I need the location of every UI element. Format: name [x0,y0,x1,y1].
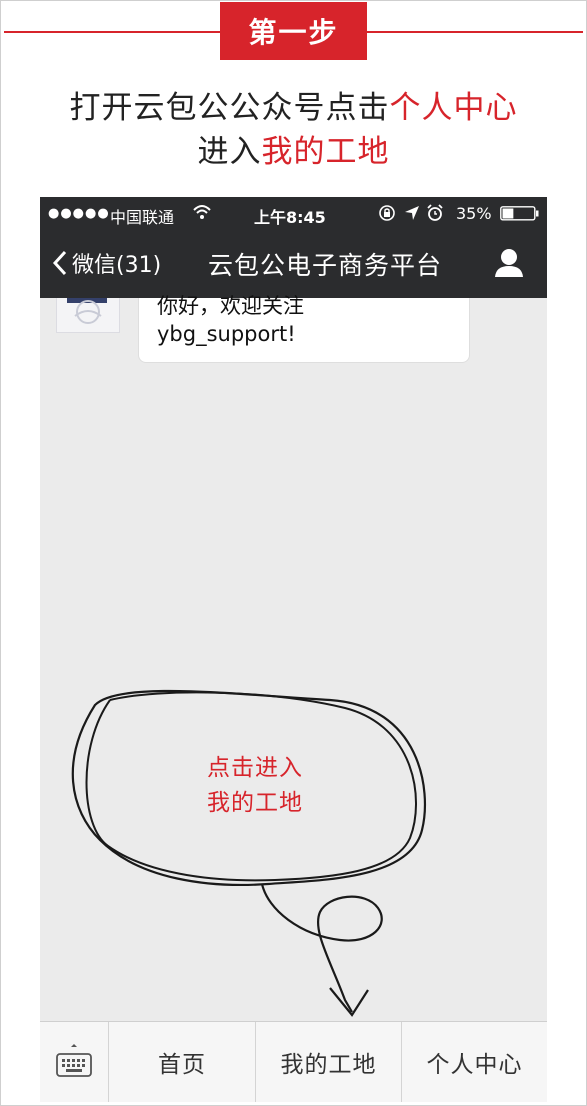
instruction-text: 进入 [197,134,262,170]
wifi-icon [192,203,212,225]
battery-percent: 35% [456,204,492,223]
status-time: 上午8:45 [254,208,326,227]
divider-line-right [367,31,583,33]
alarm-icon [426,204,444,226]
keyboard-toggle-button[interactable] [40,1022,109,1102]
profile-icon[interactable] [492,246,526,280]
orientation-lock-icon [378,205,396,225]
back-label: 微信(31) [72,253,162,278]
annotation-hint: 点击进入 [207,755,303,781]
chevron-left-icon [52,250,67,276]
menu-item-my-site[interactable]: 我的工地 [256,1022,402,1102]
back-button[interactable]: 微信(31) [52,247,161,279]
step-badge: 第一步 [220,2,367,60]
signal-strength: ●●●●● [48,206,110,221]
keyboard-icon [56,1044,92,1077]
instruction-line-1: 打开云包公公众号点击个人中心 [0,82,587,127]
instruction-highlight: 我的工地 [261,134,390,170]
divider-line-left [4,31,220,33]
nav-bar: 微信(31) 云包公电子商务平台 [40,229,547,298]
instruction-line-2: 进入我的工地 [0,126,587,171]
instruction-highlight: 个人中心 [389,90,518,126]
menu-item-home[interactable]: 首页 [109,1022,256,1102]
status-bar: ●●●●● 中国联通 上午8:45 35% [40,197,547,229]
nav-title: 云包公电子商务平台 [208,251,443,280]
menu-item-personal-center[interactable]: 个人中心 [402,1022,547,1102]
official-account-avatar[interactable] [56,298,120,333]
phone-screenshot: ●●●●● 中国联通 上午8:45 35% 微信(31) 云包公电子商务平台 你… [40,197,547,1101]
official-account-menu: 首页 我的工地 个人中心 [40,1021,547,1102]
instruction-text: 打开云包公公众号点击 [69,90,390,126]
message-text: ybg_support! [157,322,296,346]
battery-icon [500,206,540,225]
location-icon [404,205,420,225]
annotation-hint: 我的工地 [207,790,303,816]
message-text: 你好，欢迎关注 [157,294,304,318]
carrier-name: 中国联通 [110,208,175,227]
message-bubble: 你好，欢迎关注 ybg_support! [138,294,470,363]
